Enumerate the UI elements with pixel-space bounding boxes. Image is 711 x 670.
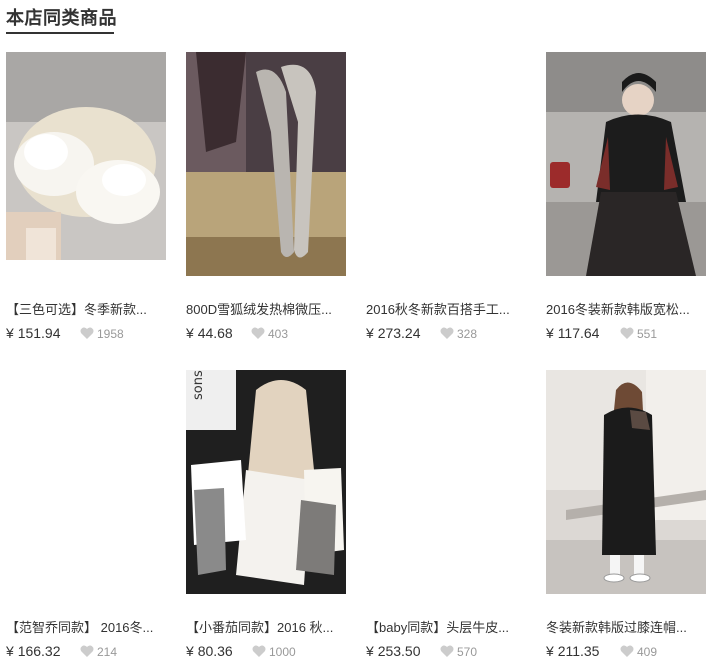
product-price: ¥ 211.35 <box>546 642 599 660</box>
product-image[interactable] <box>6 370 166 594</box>
product-image[interactable]: sons father <box>186 370 346 594</box>
product-image[interactable] <box>546 52 706 276</box>
product-title[interactable]: 冬装新款韩版过膝连帽... <box>546 620 711 636</box>
product-title[interactable]: 【baby同款】头层牛皮... <box>366 620 531 636</box>
price-value: 117.64 <box>557 325 600 341</box>
currency-symbol: ¥ <box>186 325 194 341</box>
price-value: 211.35 <box>557 643 600 659</box>
heart-icon <box>80 327 94 339</box>
product-image[interactable] <box>6 52 166 260</box>
heart-icon <box>620 645 634 657</box>
heart-icon <box>252 645 266 657</box>
price-value: 44.68 <box>197 325 233 341</box>
product-title[interactable]: 【范智乔同款】 2016冬... <box>6 620 171 636</box>
currency-symbol: ¥ <box>366 643 374 659</box>
price-value: 151.94 <box>17 325 61 341</box>
currency-symbol: ¥ <box>6 325 14 341</box>
product-title[interactable]: 【三色可选】冬季新款... <box>6 302 171 318</box>
product-image[interactable] <box>186 52 346 276</box>
product-image[interactable] <box>366 370 526 594</box>
heart-icon <box>251 327 265 339</box>
likes-count[interactable]: 328 <box>440 326 477 342</box>
product-price: ¥ 253.50 <box>366 642 421 660</box>
heart-icon <box>440 327 454 339</box>
price-value: 80.36 <box>197 643 233 659</box>
price-value: 273.24 <box>377 325 421 341</box>
heart-icon <box>440 645 454 657</box>
likes-count[interactable]: 551 <box>620 326 657 342</box>
product-price: ¥ 273.24 <box>366 324 421 342</box>
likes-count[interactable]: 403 <box>251 326 288 342</box>
product-grid: 【三色可选】冬季新款... ¥ 151.94 1958 800D雪狐绒发热棉微压… <box>6 52 711 670</box>
likes-count[interactable]: 214 <box>80 644 117 660</box>
product-price: ¥ 151.94 <box>6 324 61 342</box>
section-title: 本店同类商品 <box>6 8 117 28</box>
heart-icon <box>620 327 634 339</box>
product-title[interactable]: 2016秋冬新款百搭手工... <box>366 302 531 318</box>
product-price: ¥ 117.64 <box>546 324 599 342</box>
currency-symbol: ¥ <box>546 325 554 341</box>
likes-count[interactable]: 570 <box>440 644 477 660</box>
likes-value: 409 <box>637 645 658 659</box>
currency-symbol: ¥ <box>186 643 194 659</box>
book-spine-text-1: sons father <box>191 370 206 400</box>
currency-symbol: ¥ <box>546 643 554 659</box>
product-title[interactable]: 【小番茄同款】2016 秋... <box>186 620 351 636</box>
likes-count[interactable]: 409 <box>620 644 657 660</box>
likes-value: 1958 <box>97 327 124 341</box>
product-price: ¥ 80.36 <box>186 642 233 660</box>
heart-icon <box>80 645 94 657</box>
price-value: 166.32 <box>17 643 61 659</box>
likes-count[interactable]: 1958 <box>80 326 124 342</box>
product-title[interactable]: 800D雪狐绒发热棉微压... <box>186 302 351 318</box>
product-title[interactable]: 2016冬装新款韩版宽松... <box>546 302 711 318</box>
likes-value: 214 <box>97 645 118 659</box>
price-value: 253.50 <box>377 643 421 659</box>
likes-value: 328 <box>457 327 478 341</box>
likes-value: 551 <box>637 327 658 341</box>
currency-symbol: ¥ <box>6 643 14 659</box>
product-price: ¥ 166.32 <box>6 642 61 660</box>
likes-count[interactable]: 1000 <box>252 644 296 660</box>
section-header: 本店同类商品 <box>6 6 117 34</box>
product-image[interactable] <box>546 370 706 594</box>
likes-value: 403 <box>268 327 289 341</box>
likes-value: 570 <box>457 645 478 659</box>
likes-value: 1000 <box>269 645 296 659</box>
currency-symbol: ¥ <box>366 325 374 341</box>
product-price: ¥ 44.68 <box>186 324 233 342</box>
product-image[interactable] <box>366 52 526 276</box>
